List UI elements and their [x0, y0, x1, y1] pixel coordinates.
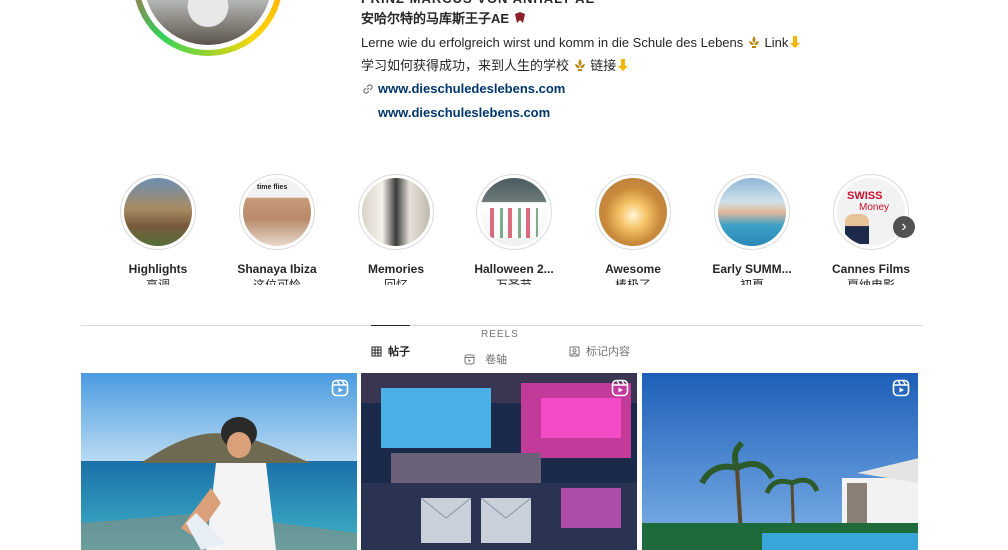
profile-name-top: PRINZ MARCUS VON ANHALT AE	[361, 0, 595, 8]
highlight-label: Memories	[367, 262, 425, 276]
highlight-cover	[718, 178, 786, 246]
highlight-cover	[480, 178, 548, 246]
highlight-cover	[599, 178, 667, 246]
highlight-label: Highlights	[128, 262, 188, 276]
highlight-cover: time flies	[243, 178, 311, 246]
bio-link-2[interactable]: www.dieschuleslebens.com	[378, 105, 550, 120]
bio-german: Lerne wie du erfolgreich wirst und komm …	[361, 34, 802, 52]
tab-reels[interactable]: 卷轴	[464, 351, 507, 367]
post-image	[361, 373, 637, 550]
post-thumbnail[interactable]	[642, 373, 918, 550]
highlight-item[interactable]: Awesome 棒极了	[588, 174, 678, 285]
highlight-label: Shanaya Ibiza	[237, 262, 317, 276]
tag-icon	[569, 346, 580, 356]
highlight-item[interactable]: Early SUMM... 初夏	[707, 174, 797, 285]
ribbon-icon	[514, 12, 525, 23]
highlight-item[interactable]: Highlights 亮调	[113, 174, 203, 285]
reels-icon	[464, 354, 475, 364]
highlight-label: Halloween 2...	[474, 262, 554, 276]
bio-chinese: 学习如何获得成功，来到人生的学校 链接	[361, 57, 630, 75]
bio-link-1[interactable]: www.dieschuledeslebens.com	[361, 81, 565, 96]
fleur-de-lis-icon	[748, 36, 759, 48]
link-icon	[361, 82, 375, 96]
highlight-cover	[362, 178, 430, 246]
highlight-item[interactable]: Memories 回忆	[351, 174, 441, 285]
tab-posts[interactable]: 帖子	[371, 343, 410, 359]
reels-icon	[331, 379, 349, 397]
highlight-label: Awesome	[605, 262, 661, 276]
profile-name-cn: 安哈尔特的马库斯王子AE	[361, 10, 527, 28]
pointing-down-icon	[618, 59, 629, 71]
post-thumbnail[interactable]	[361, 373, 637, 550]
tabs-divider	[81, 325, 923, 326]
post-thumbnail[interactable]	[81, 373, 357, 550]
reels-icon	[892, 379, 910, 397]
tab-reels-caption: REELS	[481, 329, 519, 340]
tab-tagged[interactable]: 标记内容	[569, 343, 630, 359]
post-image	[81, 373, 357, 550]
profile-avatar[interactable]	[133, 0, 283, 56]
reels-icon	[611, 379, 629, 397]
grid-icon	[371, 346, 382, 356]
chevron-right-icon[interactable]: ›	[893, 216, 915, 238]
post-image	[642, 373, 918, 550]
fleur-de-lis-icon	[574, 59, 585, 71]
highlight-item[interactable]: Halloween 2... 万圣节	[469, 174, 559, 285]
avatar-photo	[144, 0, 272, 45]
active-tab-indicator	[371, 325, 410, 326]
highlight-item[interactable]: time flies Shanaya Ibiza 这位可怜	[232, 174, 322, 285]
highlight-cover: SWISS Money	[837, 178, 905, 246]
highlight-label: Cannes Films	[831, 262, 911, 276]
highlight-cover	[124, 178, 192, 246]
pointing-down-icon	[790, 36, 801, 48]
highlight-label: Early SUMM...	[712, 262, 792, 276]
